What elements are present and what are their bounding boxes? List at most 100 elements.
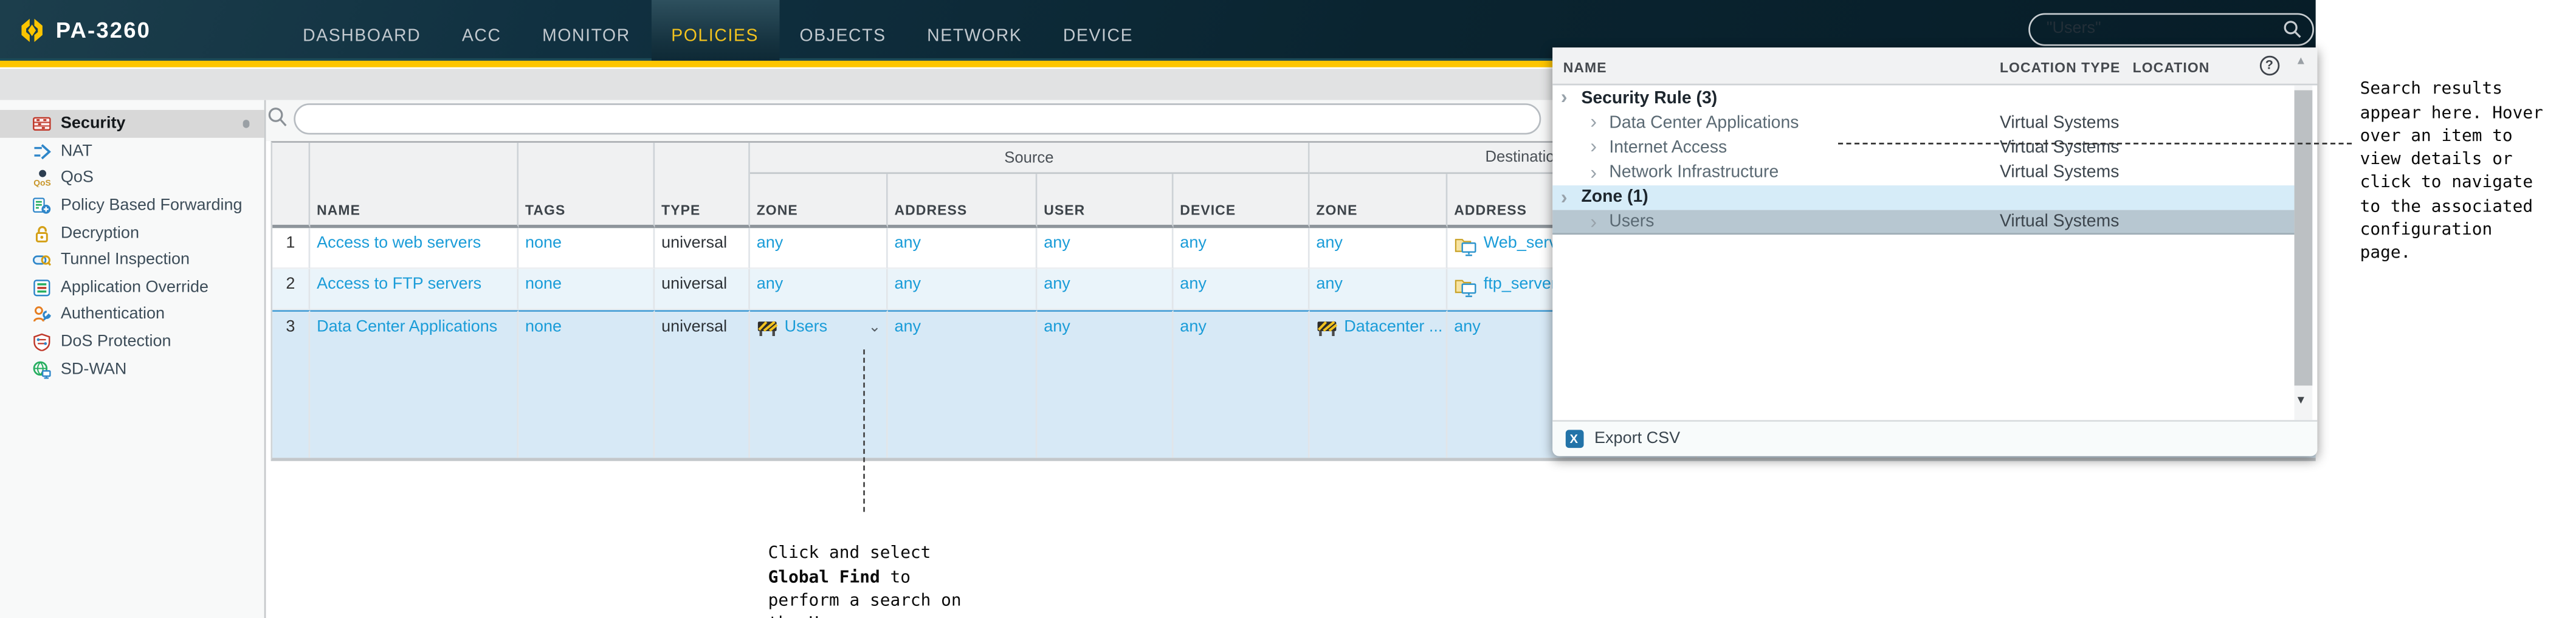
sidebar-item-label: DoS Protection [60,333,171,351]
pan-os-web-ui: PA-3260 DASHBOARD ACC MONITOR POLICIES O… [0,0,2576,618]
result-location-type: Virtual Systems [1999,162,2120,183]
sidebar-item-label: Authentication [60,306,165,324]
application-override-icon [33,279,50,297]
dest-zone-cell: any [1309,228,1448,270]
result-item-users-highlighted[interactable]: › Users Virtual Systems [1551,210,2294,235]
tab-dashboard[interactable]: DASHBOARD [282,0,441,60]
export-csv-icon[interactable]: X [1565,429,1583,448]
sidebar-item-dos-protection[interactable]: DoS Protection [0,329,265,356]
chevron-right-icon[interactable]: › [1557,187,1571,207]
export-csv-button[interactable]: Export CSV [1594,430,1680,448]
col-header-source-zone[interactable]: ZONE [749,174,888,229]
device-cell: any [1173,270,1310,311]
global-find-input[interactable]: "Users" [2028,13,2314,46]
chevron-right-icon[interactable]: › [1586,137,1601,156]
rule-name-cell: Access to web servers [310,228,519,270]
result-group-zone[interactable]: › Zone (1) [1551,185,2294,210]
rule-name-link[interactable]: Access to web servers [317,235,481,253]
sidebar-item-label: NAT [60,142,92,161]
tunnel-inspection-icon [33,255,51,267]
callout-line-horizontal [1838,143,2352,145]
palo-alto-logo-icon [21,18,43,43]
source-zone-cell: any [749,228,888,270]
sidebar-item-qos[interactable]: QoS QoS [0,165,265,193]
sidebar-item-label: SD-WAN [60,360,127,379]
dest-zone-cell: any [1309,270,1448,311]
result-name[interactable]: Network Infrastructure [1609,163,1779,182]
source-zone-cell: any [749,270,888,311]
col-header-type[interactable]: TYPE [655,143,750,229]
authentication-icon [33,307,51,323]
sidebar-item-policy-based-forwarding[interactable]: Policy Based Forwarding [0,193,265,220]
col-header-name[interactable]: NAME [310,143,519,229]
tab-device[interactable]: DEVICE [1042,0,1154,60]
annotation-global-find: Click and select Global Find to perform … [768,543,962,618]
sidebar-item-label: Security [60,115,126,134]
rule-name-cell: Access to FTP servers [310,270,519,311]
sidebar-item-label: Decryption [60,224,139,242]
col-header-number [272,143,311,229]
search-results-panel: NAME LOCATION TYPE LOCATION ? › Security… [1551,46,2317,456]
scrollbar-up-icon[interactable]: ▲ [2295,55,2307,66]
result-group-security-rule[interactable]: › Security Rule (3) [1552,85,2293,110]
tab-acc[interactable]: ACC [441,0,522,60]
tags-cell: none [518,270,655,311]
sidebar-item-application-override[interactable]: Application Override [0,274,265,301]
selected-dot-icon [243,120,250,128]
tab-policies[interactable]: POLICIES [650,0,779,61]
result-location-type: Virtual Systems [1999,137,2120,158]
help-icon[interactable]: ? [2259,55,2280,76]
user-cell: any [1037,228,1174,270]
policies-sidebar: Security NAT QoS QoS Policy Based Forwar… [0,100,267,618]
result-name[interactable]: Data Center Applications [1609,113,1799,132]
filter-search-icon[interactable] [267,106,289,127]
sidebar-item-label: QoS [60,170,94,188]
svg-text:QoS: QoS [33,179,50,188]
tab-objects[interactable]: OBJECTS [779,0,907,60]
results-footer: X Export CSV [1551,419,2317,456]
rule-name-link[interactable]: Data Center Applications [317,319,497,337]
sidebar-item-decryption[interactable]: Decryption [0,219,265,247]
col-header-device[interactable]: DEVICE [1173,174,1310,229]
chevron-right-icon[interactable]: › [1586,162,1601,181]
tab-monitor[interactable]: MONITOR [522,0,650,60]
result-item[interactable]: › Network Infrastructure Virtual Systems [1552,160,2293,185]
sidebar-item-tunnel-inspection[interactable]: Tunnel Inspection [0,247,265,274]
source-zone-cell: Users ⌄ [749,311,888,458]
result-item[interactable]: › Internet Access Virtual Systems [1552,135,2293,160]
dos-protection-icon [33,333,50,351]
sidebar-item-authentication[interactable]: Authentication [0,301,265,329]
col-header-user[interactable]: USER [1037,174,1174,229]
sidebar-item-nat[interactable]: NAT [0,138,265,165]
result-name[interactable]: Users [1609,212,1654,232]
search-icon[interactable] [2283,19,2302,39]
results-header: NAME LOCATION TYPE LOCATION ? [1551,46,2317,86]
zone-dropdown-caret-icon[interactable]: ⌄ [869,319,881,335]
policy-filter-input[interactable] [294,103,1541,135]
address-group-icon [1455,239,1476,256]
result-item[interactable]: › Data Center Applications Virtual Syste… [1552,110,2293,135]
rule-name-link[interactable]: Access to FTP servers [317,276,481,295]
policy-based-forwarding-icon [33,197,51,214]
chevron-right-icon[interactable]: › [1557,87,1571,106]
source-address-cell: any [887,228,1038,270]
scrollbar-down-icon[interactable]: ▼ [2295,394,2307,406]
sidebar-item-sd-wan[interactable]: SD-WAN [0,355,265,383]
col-header-dest-zone[interactable]: ZONE [1309,174,1448,229]
rule-number: 1 [272,228,311,270]
sd-wan-icon [33,360,51,379]
col-header-tags[interactable]: TAGS [518,143,655,229]
sidebar-item-label: Tunnel Inspection [60,251,190,270]
col-header-source-address[interactable]: ADDRESS [887,174,1038,229]
sidebar-item-security[interactable]: Security [0,111,265,139]
scrollbar-thumb[interactable] [2294,90,2313,386]
results-scrollbar[interactable] [2294,85,2313,419]
device-cell: any [1173,311,1310,458]
address-group-icon [1455,280,1476,297]
result-name[interactable]: Internet Access [1609,138,1727,157]
chevron-right-icon[interactable]: › [1586,112,1601,131]
tab-network[interactable]: NETWORK [906,0,1042,60]
type-cell: universal [655,311,750,458]
chevron-right-icon[interactable]: › [1586,211,1601,230]
rule-name-cell: Data Center Applications [310,311,519,458]
